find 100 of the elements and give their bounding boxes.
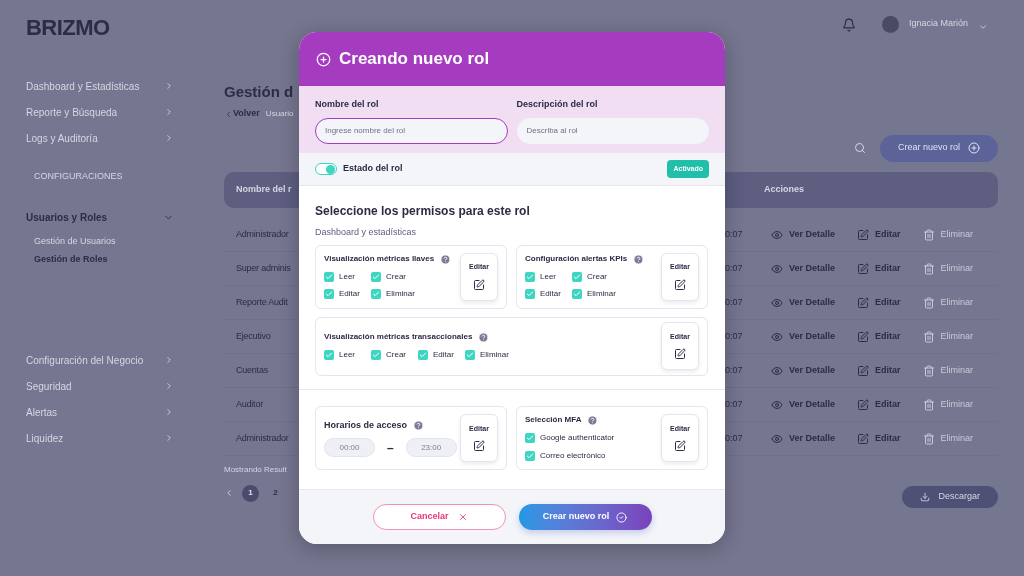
table-cell-text: Ejecutivo: [236, 329, 271, 343]
row-action-button[interactable]: Ver Detalle: [769, 431, 838, 446]
check-icon: [419, 351, 427, 359]
user-avatar[interactable]: [881, 16, 899, 33]
checkbox[interactable]: [324, 289, 334, 299]
time-field[interactable]: 00:00: [324, 438, 375, 458]
create-role-button[interactable]: Crear nuevo rol: [518, 504, 652, 530]
edit-icon: [857, 330, 870, 343]
chevron-right-icon: [164, 81, 174, 91]
row-action-button[interactable]: Ver Detalle: [769, 363, 838, 378]
help-icon: [413, 420, 425, 431]
row-action-button[interactable]: Editar: [855, 261, 903, 276]
dialog-title: Creando nuevo rol: [339, 48, 490, 71]
table-cell-text: 0:07: [725, 261, 744, 275]
checkbox[interactable]: [572, 272, 582, 282]
table-cell-text: 0:07: [725, 363, 744, 377]
table-cell-text: Administrador: [236, 431, 289, 445]
checkbox[interactable]: [418, 350, 428, 360]
checkbox[interactable]: [371, 272, 381, 282]
edit-icon: [857, 398, 870, 411]
notification-bell-icon[interactable]: [841, 18, 856, 32]
table-cell-text: Auditor: [236, 397, 263, 411]
check-icon: [325, 290, 333, 298]
checkbox-label: Eliminar: [587, 288, 616, 300]
edit-icon: [857, 262, 870, 275]
add-circle-icon: [968, 142, 980, 154]
toggle-switch[interactable]: [315, 163, 337, 175]
download-icon: [920, 492, 931, 502]
time-field[interactable]: 23:00: [405, 438, 457, 458]
row-action-button[interactable]: Ver Detalle: [769, 227, 838, 242]
check-icon: [325, 273, 333, 281]
sidebar-group[interactable]: Usuarios y Roles: [26, 205, 174, 229]
sidebar-item[interactable]: Logs y Auditoría: [26, 125, 174, 151]
check-icon: [466, 351, 474, 359]
row-action-button[interactable]: Editar: [855, 295, 903, 310]
checkbox-label: Google authenticator: [540, 432, 615, 444]
page-button[interactable]: 1: [242, 484, 259, 502]
checkbox[interactable]: [572, 289, 582, 299]
sidebar-section-label: CONFIGURACIONES: [33, 170, 124, 184]
back-link[interactable]: Volver: [224, 107, 260, 121]
checkbox-label: Leer: [339, 271, 355, 283]
eye-icon: [771, 228, 783, 241]
checkbox[interactable]: [525, 433, 535, 443]
row-action-button[interactable]: Ver Detalle: [769, 295, 838, 310]
sidebar-subitem[interactable]: Gestión de Roles: [34, 251, 174, 269]
edit-icon: [674, 440, 686, 453]
text-field[interactable]: Ingrese nombre del rol: [315, 117, 508, 144]
row-action-button[interactable]: Editar: [855, 431, 903, 446]
add-circle-icon: [316, 51, 331, 67]
check-icon: [372, 351, 380, 359]
checkbox[interactable]: [324, 350, 334, 360]
download-button[interactable]: Descargar: [902, 486, 998, 508]
check-icon: [372, 290, 380, 298]
sidebar-subitem[interactable]: Gestión de Usuarios: [34, 233, 174, 251]
chevron-down-icon[interactable]: [978, 22, 988, 32]
trash-icon: [922, 330, 935, 343]
row-action-button[interactable]: Ver Detalle: [769, 397, 838, 412]
trash-icon: [922, 228, 935, 241]
previous-page-icon[interactable]: [224, 488, 234, 498]
row-action-button[interactable]: Editar: [855, 363, 903, 378]
page-title: Gestión d: [224, 82, 294, 102]
checkbox[interactable]: [525, 451, 535, 461]
row-action-button[interactable]: Editar: [855, 227, 903, 242]
range-separator: –: [386, 439, 395, 457]
page-button[interactable]: 2: [267, 484, 284, 502]
breadcrumb: Usuario: [265, 108, 294, 120]
table-header: Nombre del r: [224, 172, 299, 208]
create-role-button[interactable]: Crear nuevo rol: [879, 134, 998, 162]
checkbox[interactable]: [525, 272, 535, 282]
row-action-button[interactable]: Editar: [855, 329, 903, 344]
checkbox-label: Leer: [540, 271, 556, 283]
table-cell-text: 0:07: [725, 295, 744, 309]
results-text: Mostrando Result: [224, 464, 287, 476]
sidebar-item[interactable]: Dashboard y Estadísticas: [26, 73, 174, 99]
checkbox[interactable]: [324, 272, 334, 282]
check-icon: [526, 434, 534, 442]
chevron-right-icon: [164, 107, 174, 117]
sidebar-item[interactable]: Reporte y Búsqueda: [26, 99, 174, 125]
check-icon: [526, 452, 534, 460]
sidebar-item[interactable]: Configuración del Negocio: [26, 347, 174, 373]
checkbox[interactable]: [371, 289, 381, 299]
check-icon: [325, 351, 333, 359]
sidebar-item[interactable]: Alertas: [26, 399, 174, 425]
sidebar-item[interactable]: Seguridad: [26, 373, 174, 399]
cancel-button[interactable]: Cancelar: [372, 504, 506, 530]
checkbox[interactable]: [465, 350, 475, 360]
edit-icon: [857, 364, 870, 377]
row-action-button[interactable]: Editar: [855, 397, 903, 412]
trash-icon: [922, 296, 935, 309]
sidebar-item[interactable]: Liquidez: [26, 425, 174, 451]
row-action-button[interactable]: Ver Detalle: [769, 329, 838, 344]
search-icon[interactable]: [853, 142, 866, 154]
edit-icon: [857, 432, 870, 445]
help-icon: [478, 331, 490, 343]
checkbox[interactable]: [371, 350, 381, 360]
card-title: Selección MFA: [525, 414, 582, 426]
check-icon: [573, 273, 581, 281]
row-action-button[interactable]: Ver Detalle: [769, 261, 838, 276]
trash-icon: [922, 398, 935, 411]
checkbox[interactable]: [525, 289, 535, 299]
